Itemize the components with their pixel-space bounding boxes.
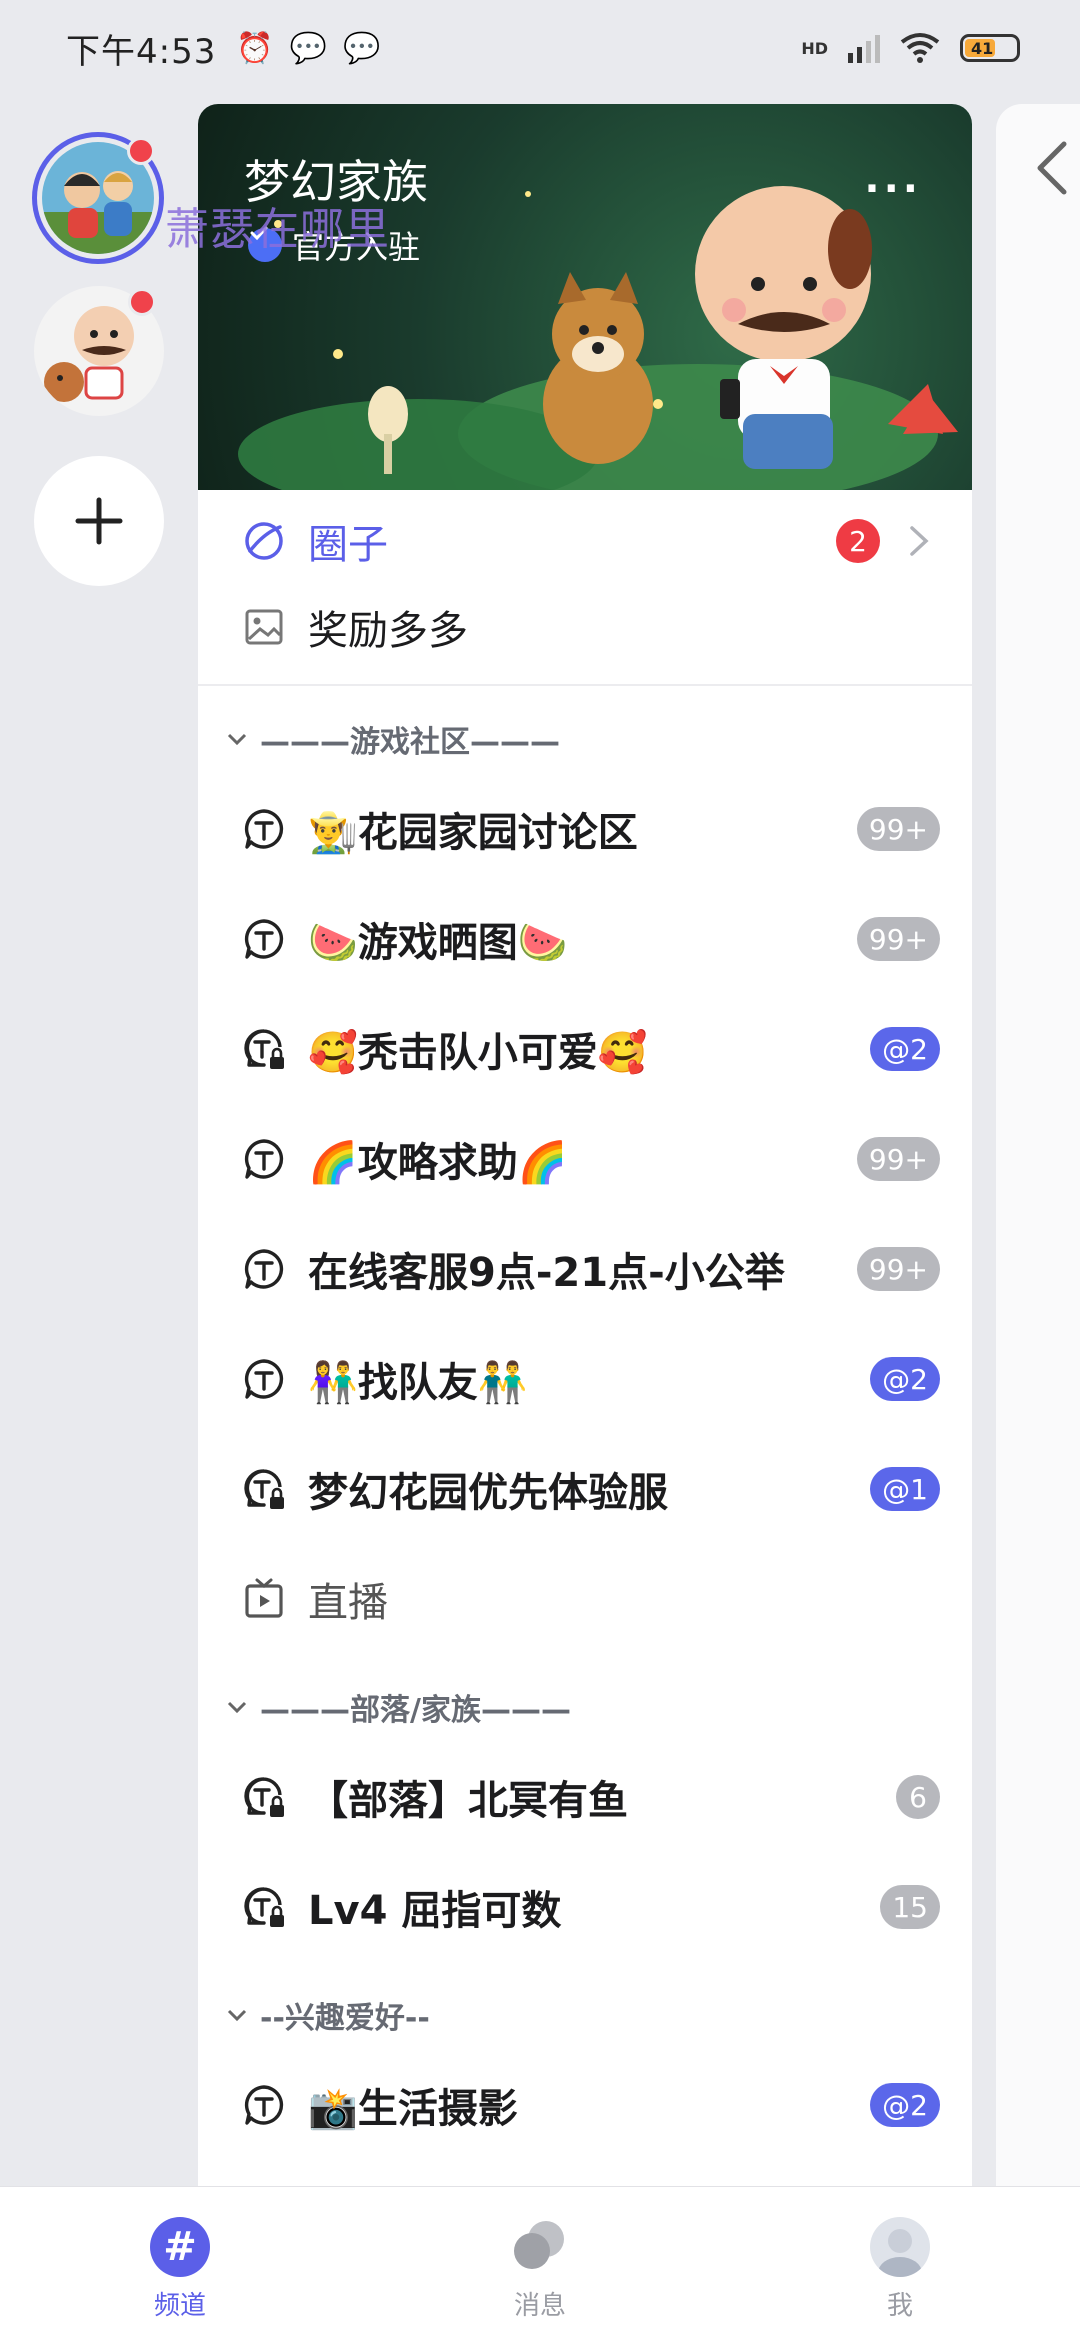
mention-badge: @2	[870, 2083, 940, 2127]
circle-label: 圈子	[308, 522, 388, 568]
channel-name: Lv4 屈指可数	[308, 1888, 562, 1934]
unread-count-badge: 99+	[856, 1247, 940, 1291]
channel-item[interactable]: 🌈攻略求助🌈 99+	[198, 1104, 972, 1214]
wechat-icon: 💬	[343, 30, 381, 66]
mention-badge: @2	[870, 1027, 940, 1071]
topic-icon	[242, 1357, 286, 1401]
add-guild-button[interactable]	[34, 456, 164, 586]
channel-name: 直播	[308, 1580, 388, 1626]
nav-messages[interactable]: 消息	[360, 2187, 720, 2340]
chat-bubbles-icon	[514, 2221, 564, 2269]
chevron-left-icon[interactable]	[1030, 138, 1074, 198]
wifi-icon	[900, 33, 940, 63]
channel-name: 📸生活摄影	[308, 2086, 518, 2132]
topic-icon	[242, 2083, 286, 2127]
mention-badge: @1	[870, 1467, 940, 1511]
unread-count-badge: 6	[896, 1775, 940, 1819]
hashtag-icon: #	[150, 2217, 210, 2277]
channel-name: 🌈攻略求助🌈	[308, 1140, 568, 1186]
unread-count-badge: 15	[880, 1885, 940, 1929]
topic-icon	[242, 807, 286, 851]
rewards-label: 奖励多多	[308, 608, 468, 654]
chevron-down-icon	[227, 733, 247, 746]
channel-item[interactable]: Lv4 屈指可数 15	[198, 1852, 972, 1962]
alarm-icon: ⏰	[236, 30, 274, 66]
channel-category[interactable]: --兴趣爱好--	[198, 1980, 972, 2050]
chevron-down-icon	[227, 2009, 247, 2022]
channel-item[interactable]: 【部落】北冥有鱼 6	[198, 1742, 972, 1852]
unread-count-badge: 99+	[856, 917, 940, 961]
guild-avatar-active[interactable]	[32, 132, 164, 264]
battery-icon: 41	[960, 34, 1020, 62]
more-options-button[interactable]: ···	[864, 166, 922, 212]
avatar	[870, 2217, 930, 2277]
watermark: 萧瑟在哪里	[165, 204, 390, 255]
unread-dot	[127, 137, 155, 165]
channel-name: 梦幻花园优先体验服	[308, 1470, 668, 1516]
circle-icon	[245, 522, 283, 560]
topic-icon	[242, 1247, 286, 1291]
status-time: 下午4:53	[66, 31, 217, 72]
unread-count-badge: 99+	[856, 1137, 940, 1181]
circle-entry[interactable]: 圈子 2	[198, 498, 972, 584]
topic-icon	[242, 1137, 286, 1181]
signal-icon	[848, 33, 880, 63]
chevron-down-icon	[227, 1701, 247, 1714]
live-icon	[242, 1577, 286, 1621]
channel-name: 🥰秃击队小可爱🥰	[308, 1030, 648, 1076]
chevron-right-icon	[910, 526, 929, 556]
channel-item[interactable]: 🥰秃击队小可爱🥰 @2	[198, 994, 972, 1104]
nav-me[interactable]: 我	[720, 2187, 1080, 2340]
plus-icon	[75, 497, 123, 545]
channel-name: 👫找队友👬	[308, 1360, 528, 1406]
status-notification-icons: ⏰ 💬 💬	[236, 31, 380, 66]
channel-name: 🍉游戏晒图🍉	[308, 920, 568, 966]
divider	[198, 684, 972, 686]
guild-channel-panel: 梦幻家族 官方入驻 ··· 圈子 2 奖励多多 ———游戏社区———	[198, 104, 972, 2194]
nav-channels[interactable]: # 频道	[0, 2187, 360, 2340]
side-panel-edge	[996, 104, 1080, 2194]
channel-item[interactable]: 👨‍🌾花园家园讨论区 99+	[198, 774, 972, 884]
unread-dot	[128, 288, 156, 316]
channel-category[interactable]: ———部落/家族———	[198, 1672, 972, 1742]
category-title: ———游戏社区———	[260, 725, 560, 760]
channel-item[interactable]: 直播	[198, 1544, 972, 1654]
battery-level: 41	[971, 38, 994, 58]
channel-name: 在线客服9点-21点-小公举	[308, 1250, 785, 1296]
topic-icon	[242, 917, 286, 961]
channel-item[interactable]: 👫找队友👬 @2	[198, 1324, 972, 1434]
unread-count-badge: 99+	[856, 807, 940, 851]
channel-item[interactable]: 在线客服9点-21点-小公举 99+	[198, 1214, 972, 1324]
channel-name: 👨‍🌾花园家园讨论区	[308, 810, 638, 856]
wechat-icon: 💬	[289, 30, 328, 66]
private-topic-icon	[242, 1885, 286, 1929]
network-type: HD	[801, 38, 828, 58]
channel-name: 【部落】北冥有鱼	[308, 1778, 628, 1824]
guild-banner: 梦幻家族 官方入驻 ···	[198, 104, 972, 490]
channel-item[interactable]: 📸生活摄影 @2	[198, 2050, 972, 2160]
private-topic-icon	[242, 1775, 286, 1819]
category-title: ———部落/家族———	[260, 1693, 571, 1728]
guild-avatar[interactable]	[34, 286, 164, 416]
rewards-entry[interactable]: 奖励多多	[198, 584, 972, 670]
bottom-nav: # 频道 消息 我	[0, 2186, 1080, 2340]
category-title: --兴趣爱好--	[260, 2001, 430, 2036]
nav-label: 消息	[513, 2291, 566, 2321]
nav-label: 频道	[153, 2291, 206, 2321]
status-bar: 下午4:53 ⏰ 💬 💬 HD 41	[0, 0, 1080, 96]
nav-label: 我	[886, 2291, 913, 2321]
circle-unread-badge: 2	[836, 519, 880, 563]
private-topic-icon	[242, 1467, 286, 1511]
channel-item[interactable]: 梦幻花园优先体验服 @1	[198, 1434, 972, 1544]
private-topic-icon	[242, 1027, 286, 1071]
channel-item[interactable]: 🍉游戏晒图🍉 99+	[198, 884, 972, 994]
image-icon	[245, 609, 283, 645]
channel-category[interactable]: ———游戏社区———	[198, 704, 972, 774]
mention-badge: @2	[870, 1357, 940, 1401]
